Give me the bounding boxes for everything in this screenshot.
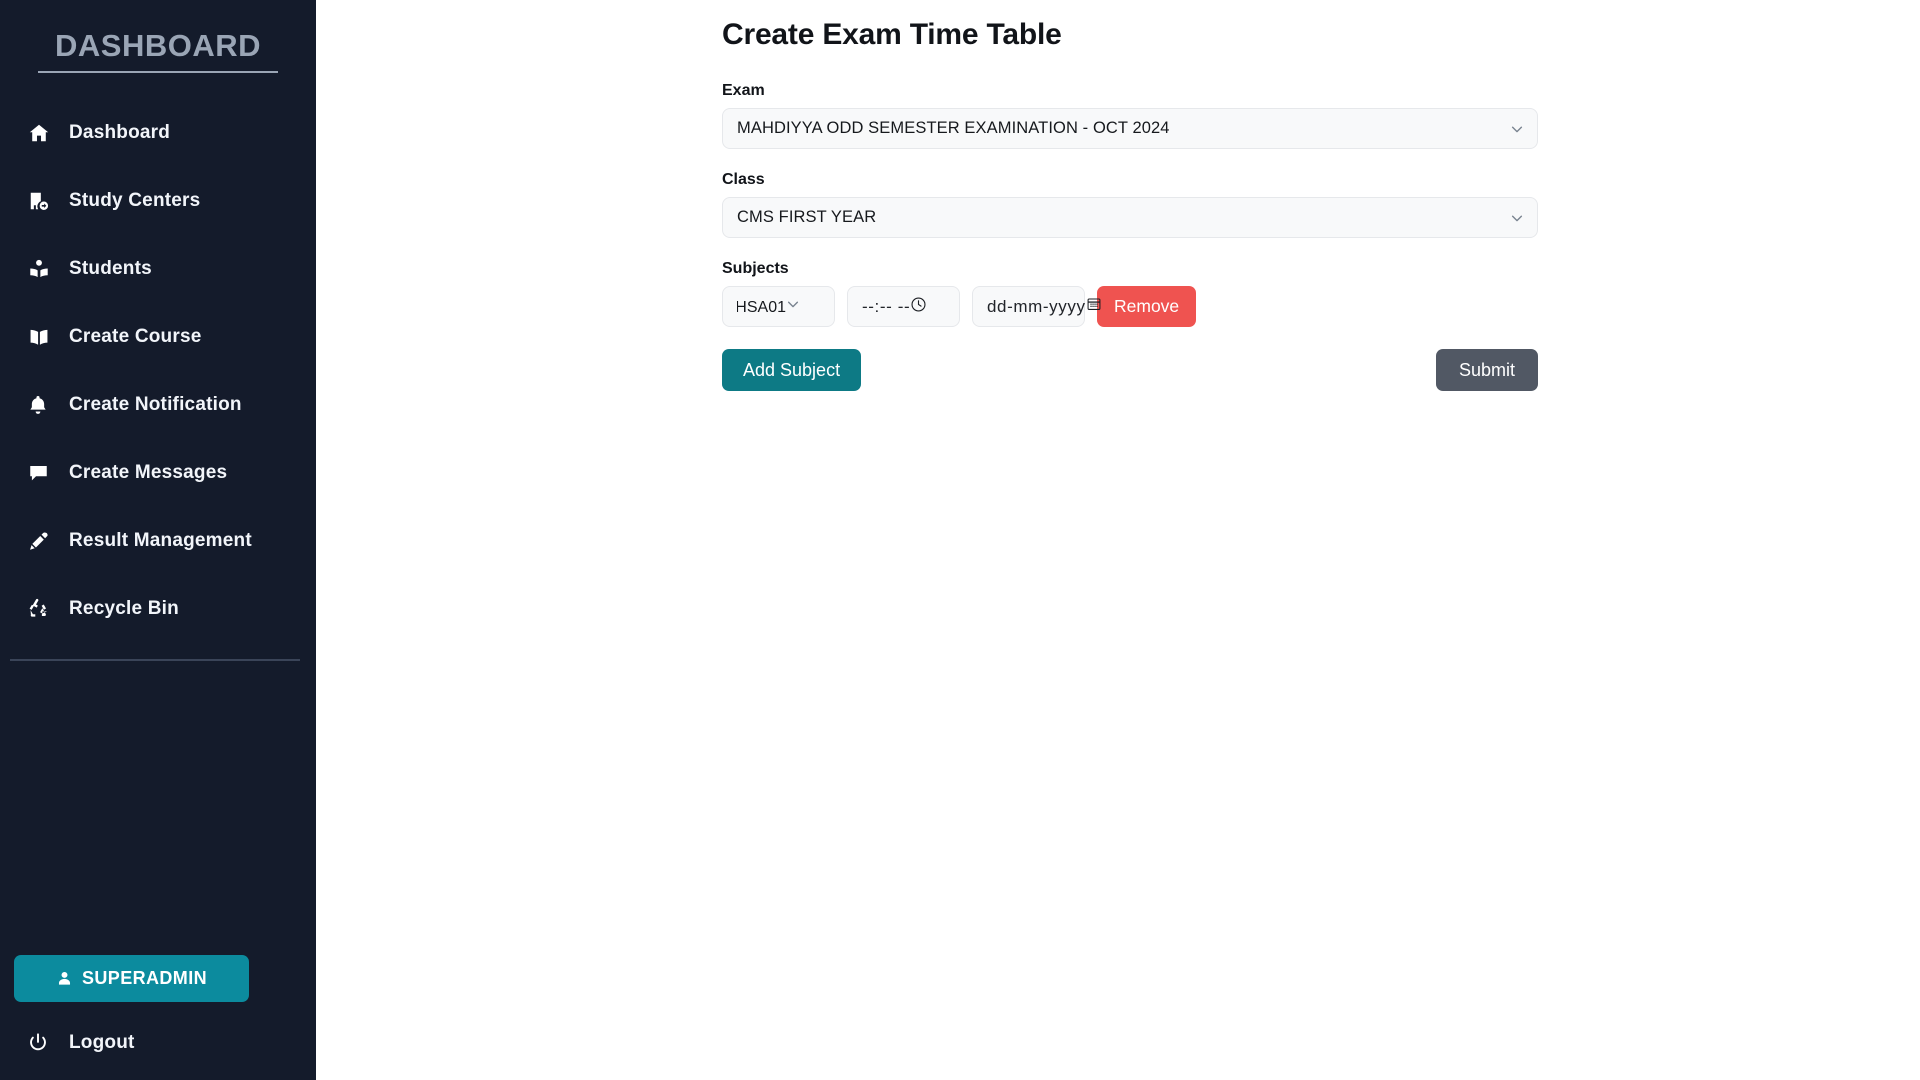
logout-button[interactable]: Logout	[14, 1032, 302, 1054]
time-placeholder: --:-- --	[862, 297, 910, 317]
brand-title: DASHBOARD	[38, 14, 278, 73]
user-icon	[56, 970, 73, 987]
exam-label: Exam	[722, 82, 1538, 100]
sidebar-footer: SUPERADMIN Logout	[0, 955, 316, 1080]
student-book-icon	[27, 256, 57, 282]
sidebar-item-create-course[interactable]: Create Course	[0, 319, 316, 355]
class-select[interactable]: CMS FIRST YEAR	[722, 197, 1538, 238]
superadmin-label: SUPERADMIN	[82, 968, 207, 989]
recycle-icon	[27, 596, 57, 622]
sidebar-item-label: Students	[69, 258, 152, 280]
subject-select[interactable]: HSA01 - تحفيظ القُرآن	[722, 286, 835, 327]
sidebar: DASHBOARD Dashboard Study Centers	[0, 0, 316, 1080]
open-book-icon	[27, 324, 57, 350]
superadmin-button[interactable]: SUPERADMIN	[14, 955, 249, 1002]
subjects-label: Subjects	[722, 260, 1538, 278]
subject-row: HSA01 - تحفيظ القُرآن --:-- --	[722, 286, 1538, 327]
sidebar-item-label: Recycle Bin	[69, 598, 179, 620]
form-actions: Add Subject Submit	[722, 349, 1538, 391]
class-label: Class	[722, 171, 1538, 189]
main-content: Create Exam Time Table Exam MAHDIYYA ODD…	[316, 0, 1920, 1080]
sidebar-item-create-messages[interactable]: Create Messages	[0, 455, 316, 491]
power-icon	[27, 1032, 57, 1054]
calendar-icon[interactable]	[1086, 296, 1102, 317]
exam-select[interactable]: MAHDIYYA ODD SEMESTER EXAMINATION - OCT …	[722, 108, 1538, 149]
sidebar-item-label: Create Messages	[69, 462, 227, 484]
exam-date-input[interactable]: dd-mm-yyyy	[972, 286, 1085, 327]
chevron-down-icon	[1510, 122, 1524, 136]
date-placeholder: dd-mm-yyyy	[987, 297, 1086, 317]
logout-label: Logout	[69, 1032, 135, 1054]
clock-icon[interactable]	[910, 296, 927, 318]
sidebar-item-label: Result Management	[69, 530, 252, 552]
chevron-down-icon	[786, 297, 800, 316]
sidebar-item-label: Dashboard	[69, 122, 170, 144]
sidebar-item-students[interactable]: Students	[0, 251, 316, 287]
chat-bubble-icon	[27, 460, 57, 486]
bell-icon	[27, 392, 57, 418]
pen-icon	[27, 528, 57, 554]
exam-timetable-form: Create Exam Time Table Exam MAHDIYYA ODD…	[722, 0, 1538, 391]
sidebar-item-study-centers[interactable]: Study Centers	[0, 183, 316, 219]
sidebar-item-label: Create Notification	[69, 394, 242, 416]
chevron-down-icon	[1510, 211, 1524, 225]
page-title: Create Exam Time Table	[722, 18, 1538, 52]
home-icon	[27, 120, 57, 146]
class-selected-value: CMS FIRST YEAR	[737, 208, 876, 227]
subject-selected-value: HSA01 - تحفيظ القُرآن	[737, 297, 786, 317]
submit-button[interactable]: Submit	[1436, 349, 1538, 391]
sidebar-item-dashboard[interactable]: Dashboard	[0, 115, 316, 151]
sidebar-item-label: Study Centers	[69, 190, 200, 212]
exam-selected-value: MAHDIYYA ODD SEMESTER EXAMINATION - OCT …	[737, 119, 1170, 138]
sidebar-item-label: Create Course	[69, 326, 201, 348]
add-subject-button[interactable]: Add Subject	[722, 349, 861, 391]
sidebar-item-recycle-bin[interactable]: Recycle Bin	[0, 591, 316, 627]
exam-time-input[interactable]: --:-- --	[847, 286, 960, 327]
sidebar-item-result-management[interactable]: Result Management	[0, 523, 316, 559]
sidebar-nav: Dashboard Study Centers	[0, 115, 316, 661]
sidebar-item-create-notification[interactable]: Create Notification	[0, 387, 316, 423]
remove-subject-button[interactable]: Remove	[1097, 286, 1196, 327]
building-arrow-icon	[27, 188, 57, 214]
app-root: DASHBOARD Dashboard Study Centers	[0, 0, 1920, 1080]
sidebar-divider	[10, 659, 300, 661]
